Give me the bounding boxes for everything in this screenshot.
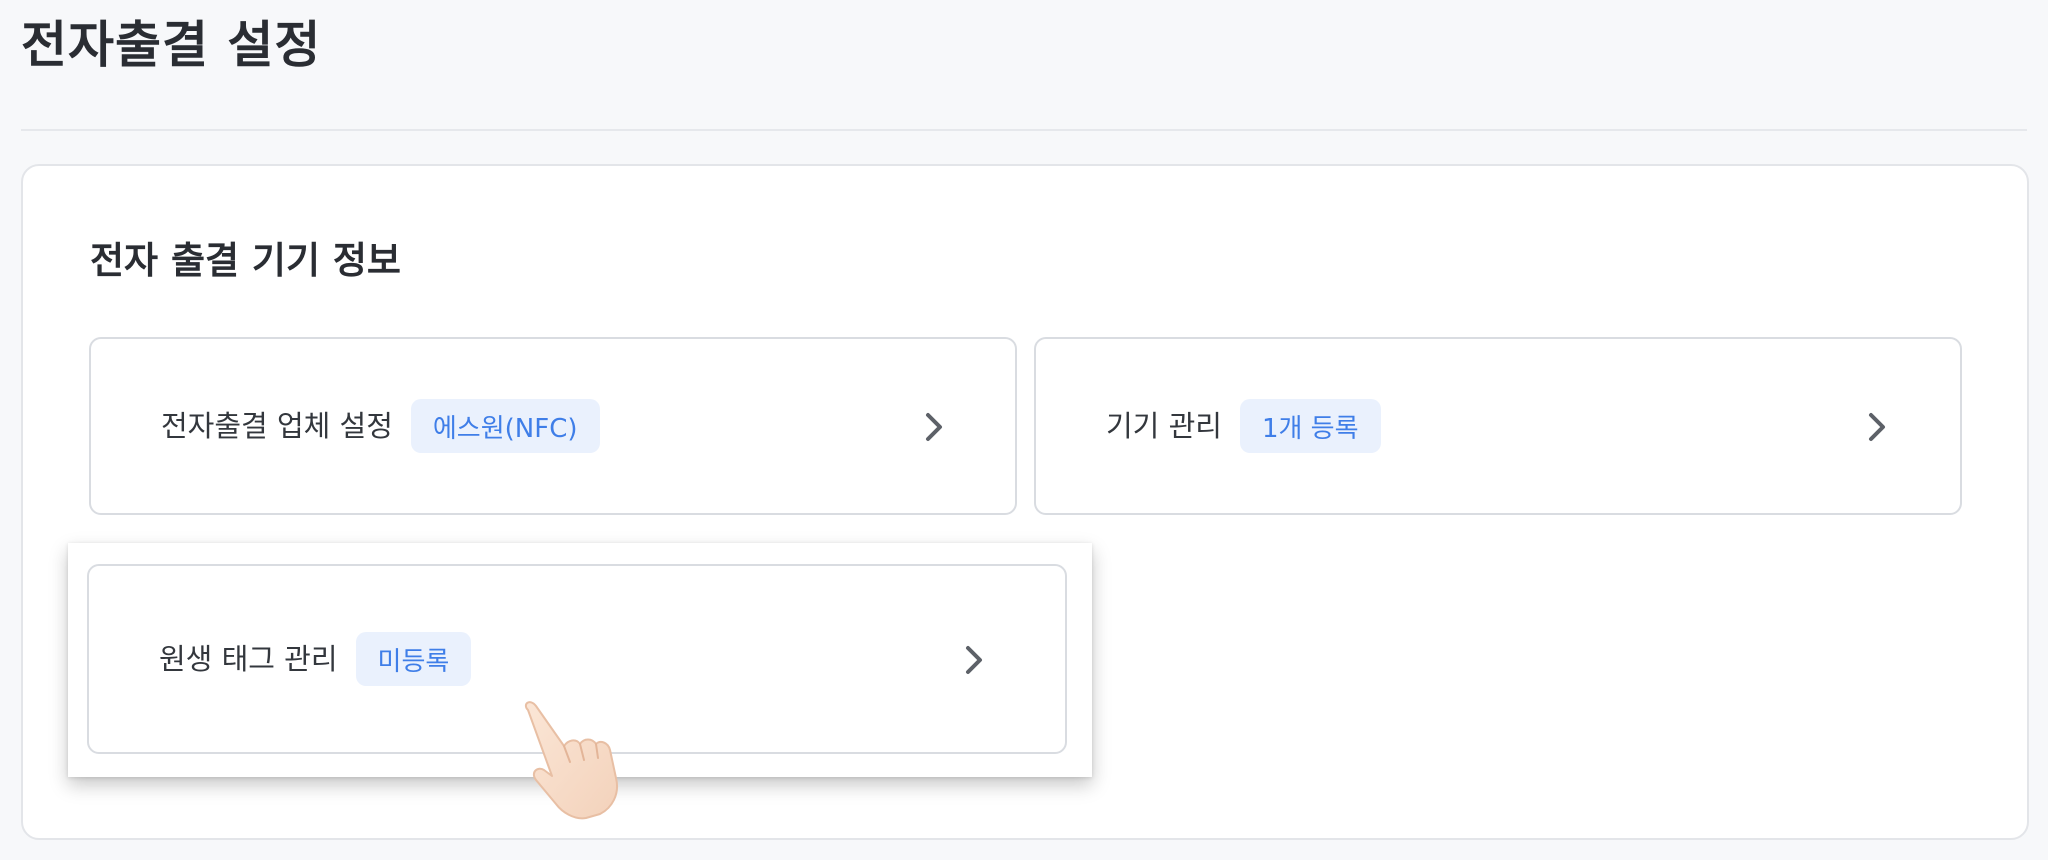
tag-status-badge: 미등록 [355, 632, 472, 686]
vendor-badge: 에스원(NFC) [410, 399, 600, 453]
student-tag-label: 원생 태그 관리 [159, 642, 338, 676]
header-divider [21, 129, 2027, 131]
device-count-badge: 1개 등록 [1239, 399, 1381, 453]
vendor-settings-card[interactable]: 전자출결 업체 설정 에스원(NFC) [89, 337, 1017, 515]
chevron-right-icon [959, 640, 989, 680]
device-management-card[interactable]: 기기 관리 1개 등록 [1034, 337, 1962, 515]
page-title: 전자출결 설정 [21, 16, 322, 74]
chevron-right-icon [1862, 407, 1892, 447]
pointing-hand-icon [516, 700, 646, 820]
device-management-label: 기기 관리 [1106, 409, 1222, 443]
section-title: 전자 출결 기기 정보 [90, 239, 401, 282]
chevron-right-icon [919, 407, 949, 447]
vendor-settings-label: 전자출결 업체 설정 [161, 409, 393, 443]
